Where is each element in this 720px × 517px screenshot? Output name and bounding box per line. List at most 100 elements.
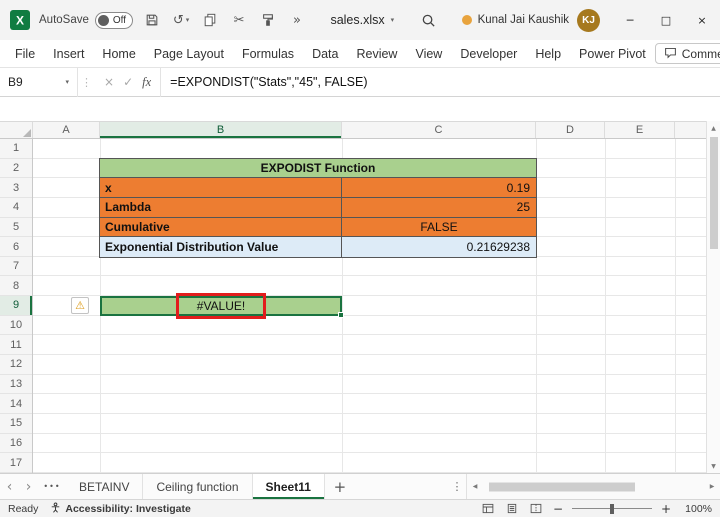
accessibility-status[interactable]: Accessibility: Investigate (50, 502, 191, 516)
search-icon[interactable] (418, 8, 438, 32)
enter-icon[interactable]: ✓ (123, 75, 133, 89)
cell-b3-label[interactable]: x (100, 178, 342, 197)
tab-developer[interactable]: Developer (451, 40, 526, 68)
comments-button[interactable]: Comments (654, 43, 720, 64)
cut-icon[interactable]: ✂ (229, 8, 249, 32)
close-button[interactable]: × (684, 0, 720, 40)
sheet-nav-right-icon[interactable]: › (19, 474, 38, 499)
document-title[interactable]: sales.xlsx (330, 13, 384, 27)
cell-c5-value[interactable]: FALSE (342, 218, 536, 237)
tab-page-layout[interactable]: Page Layout (145, 40, 233, 68)
sheet-tab-sheet11[interactable]: Sheet11 (252, 474, 325, 499)
chevron-down-icon[interactable]: ▾ (391, 16, 395, 24)
autosave-switch[interactable]: Off (94, 11, 134, 29)
formula-input[interactable]: =EXPONDIST("Stats","45", FALSE) (161, 75, 720, 89)
add-sheet-button[interactable]: + (325, 474, 355, 499)
copy-icon[interactable] (200, 8, 220, 32)
tab-data[interactable]: Data (303, 40, 347, 68)
cancel-icon[interactable]: × (104, 75, 114, 89)
tab-insert[interactable]: Insert (44, 40, 93, 68)
row-header-10[interactable]: 10 (0, 316, 32, 336)
tab-formulas[interactable]: Formulas (233, 40, 303, 68)
tab-help[interactable]: Help (526, 40, 570, 68)
sheet-nav-left-icon[interactable]: ‹ (0, 474, 19, 499)
cell-c4-value[interactable]: 25 (342, 198, 536, 217)
maximize-button[interactable]: □ (648, 0, 684, 40)
toolbar-overflow-icon[interactable]: » (287, 8, 307, 32)
table-title-cell[interactable]: EXPODIST Function (100, 158, 536, 179)
fill-handle[interactable] (338, 311, 344, 318)
column-header-b[interactable]: B (100, 122, 342, 138)
error-checking-button[interactable]: ⚠ (71, 297, 89, 315)
vertical-scroll-thumb[interactable] (709, 137, 718, 249)
tab-review[interactable]: Review (347, 40, 406, 68)
cell-c3-value[interactable]: 0.19 (342, 178, 536, 197)
row-header-7[interactable]: 7 (0, 257, 32, 277)
tab-home[interactable]: Home (93, 40, 144, 68)
zoom-in-button[interactable]: + (660, 502, 672, 516)
name-box[interactable]: B9 ▾ (0, 67, 78, 97)
user-name[interactable]: Kunal Jai Kaushik (478, 14, 569, 26)
svg-text:X: X (16, 14, 24, 28)
column-header-c[interactable]: C (342, 122, 536, 138)
row-header-1[interactable]: 1 (0, 139, 32, 159)
sheet-tab-bar: ‹ › ••• BETAINV Ceiling function Sheet11… (0, 473, 720, 499)
normal-view-icon[interactable] (480, 502, 496, 516)
vertical-scrollbar[interactable]: ▲ ▼ (706, 121, 720, 473)
cell-b6-label[interactable]: Exponential Distribution Value (100, 237, 342, 257)
zoom-slider-thumb[interactable] (610, 503, 614, 514)
excel-window: X AutoSave Off ↺ ▾ ✂ » sales.xlsx ▾ Kuna… (0, 0, 720, 517)
autosave-toggle[interactable]: AutoSave Off (39, 11, 134, 29)
column-header-e[interactable]: E (605, 122, 675, 138)
scroll-left-icon[interactable]: ◀ (467, 483, 483, 490)
presence-icon (461, 15, 472, 25)
page-layout-view-icon[interactable] (504, 502, 520, 516)
cell-b9-selected[interactable]: #VALUE! (100, 293, 344, 320)
format-painter-icon[interactable] (258, 8, 278, 32)
row-header-14[interactable]: 14 (0, 394, 32, 414)
tab-file[interactable]: File (6, 40, 44, 68)
page-break-view-icon[interactable] (528, 502, 544, 516)
row-header-13[interactable]: 13 (0, 375, 32, 395)
avatar[interactable]: KJ (577, 8, 600, 32)
scroll-down-icon[interactable]: ▼ (707, 459, 720, 473)
zoom-level[interactable]: 100% (680, 503, 712, 515)
insert-function-icon[interactable]: fx (142, 75, 151, 90)
zoom-out-button[interactable]: − (552, 502, 564, 516)
row-header-4[interactable]: 4 (0, 198, 32, 218)
row-header-8[interactable]: 8 (0, 276, 32, 297)
formula-bar-handle[interactable]: ⋮ (78, 76, 95, 89)
scroll-right-icon[interactable]: ▶ (704, 483, 720, 490)
cell-c6-value[interactable]: 0.21629238 (342, 237, 536, 257)
row-header-5[interactable]: 5 (0, 218, 32, 238)
undo-icon[interactable]: ↺ ▾ (171, 8, 191, 32)
select-all-corner[interactable] (0, 122, 33, 138)
save-icon[interactable] (142, 8, 162, 32)
horizontal-scrollbar[interactable]: ◀ ▶ (466, 474, 720, 499)
sheet-tab-ceiling-function[interactable]: Ceiling function (143, 474, 253, 499)
cells-area[interactable]: EXPODIST Function x 0.19 Lambda 25 Cumul… (33, 139, 706, 473)
row-header-15[interactable]: 15 (0, 414, 32, 434)
column-header-d[interactable]: D (536, 122, 605, 138)
row-header-3[interactable]: 3 (0, 178, 32, 198)
tab-power-pivot[interactable]: Power Pivot (570, 40, 655, 68)
tab-view[interactable]: View (406, 40, 451, 68)
column-header-a[interactable]: A (33, 122, 100, 138)
minimize-button[interactable]: ─ (612, 0, 648, 40)
cell-b5-label[interactable]: Cumulative (100, 217, 342, 237)
row-header-9[interactable]: 9 (0, 296, 32, 316)
sheet-tab-betainv[interactable]: BETAINV (66, 474, 144, 499)
scroll-up-icon[interactable]: ▲ (707, 121, 720, 135)
cell-b4-label[interactable]: Lambda (100, 197, 342, 217)
tab-split-handle[interactable]: ⋮ (448, 474, 466, 499)
zoom-slider[interactable] (572, 503, 652, 514)
horizontal-scroll-thumb[interactable] (489, 482, 635, 491)
row-header-11[interactable]: 11 (0, 335, 32, 356)
row-header-17[interactable]: 17 (0, 453, 32, 473)
row-header-6[interactable]: 6 (0, 237, 32, 257)
row-header-2[interactable]: 2 (0, 159, 32, 179)
row-header-16[interactable]: 16 (0, 434, 32, 454)
comment-icon (664, 46, 677, 62)
sheet-list-icon[interactable]: ••• (38, 474, 66, 499)
row-header-12[interactable]: 12 (0, 355, 32, 375)
